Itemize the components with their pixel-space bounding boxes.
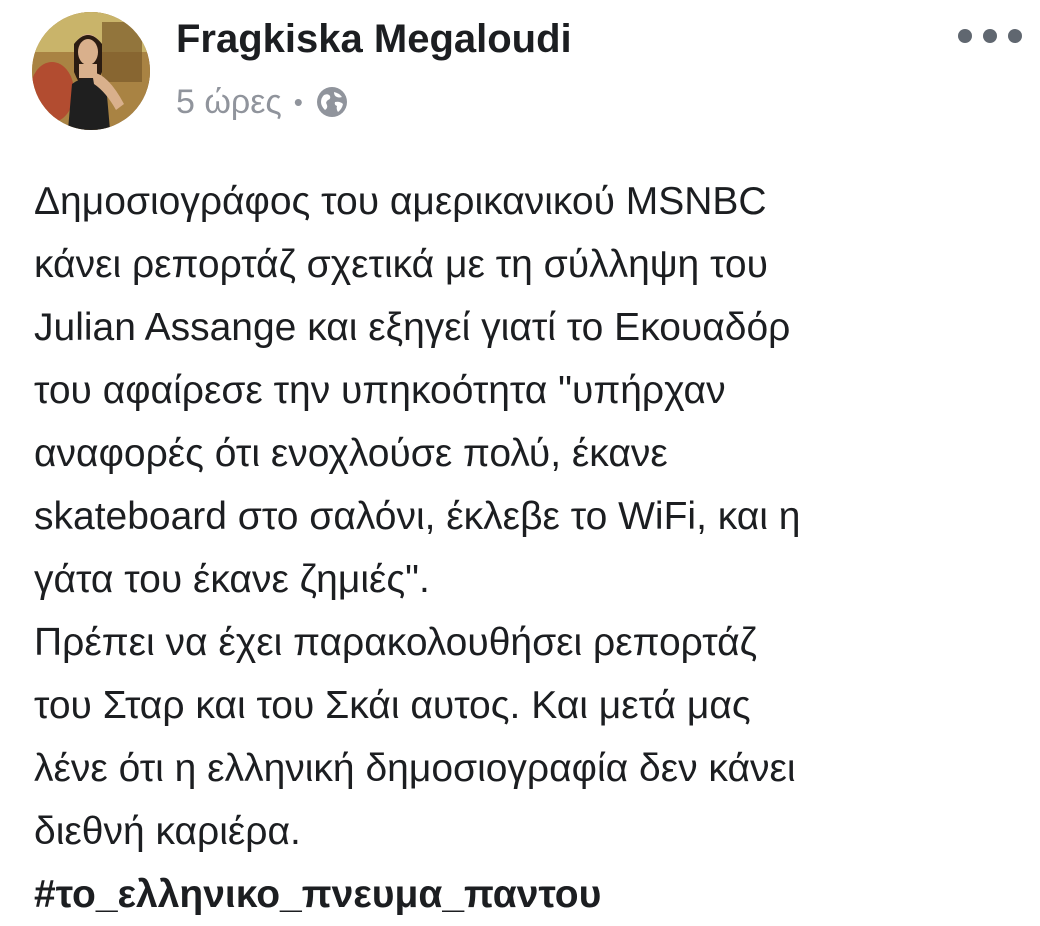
post-line: κάνει ρεπορτάζ σχετικά με τη σύλληψη του [34,243,768,286]
post-header: Fragkiska Megaloudi 5 ώρες • [0,0,1040,150]
hashtag-line: #το_ελληνικο_πνευμα_παντου [34,863,1024,926]
post-line: λένε ότι η ελληνική δημοσιογραφία δεν κά… [34,747,796,790]
more-dot [1008,29,1022,43]
post-meta: 5 ώρες • [176,78,349,126]
more-options-icon[interactable] [958,22,1022,50]
post-line: διεθνή καριέρα. [34,810,301,853]
globe-icon[interactable] [315,85,349,119]
more-dot [958,29,972,43]
hashtag-link[interactable]: #το_ελληνικο_πνευμα_παντου [34,863,601,926]
meta-separator: • [293,87,303,117]
post-line: Πρέπει να έχει παρακολουθήσει ρεπορτάζ [34,621,757,664]
author-name[interactable]: Fragkiska Megaloudi [176,14,572,64]
post-line: αναφορές ότι ενοχλούσε πολύ, έκανε [34,432,668,475]
post-line: του αφαίρεσε την υπηκοότητα "υπήρχαν [34,369,726,412]
post-timestamp[interactable]: 5 ώρες [176,83,282,122]
more-dot [983,29,997,43]
post-line: skateboard στο σαλόνι, έκλεβε το WiFi, κ… [34,495,801,538]
avatar-photo [32,12,150,130]
post-text: Δημοσιογράφος του αμερικανικού MSNBC κάν… [34,170,1024,926]
post-line: γάτα του έκανε ζημιές". [34,558,430,601]
post-line: Δημοσιογράφος του αμερικανικού MSNBC [34,180,767,223]
post-line: Julian Assange και εξηγεί γιατί το Εκουα… [34,306,791,349]
author-avatar[interactable] [32,12,150,130]
post-line: του Σταρ και του Σκάι αυτος. Και μετά μα… [34,684,751,727]
